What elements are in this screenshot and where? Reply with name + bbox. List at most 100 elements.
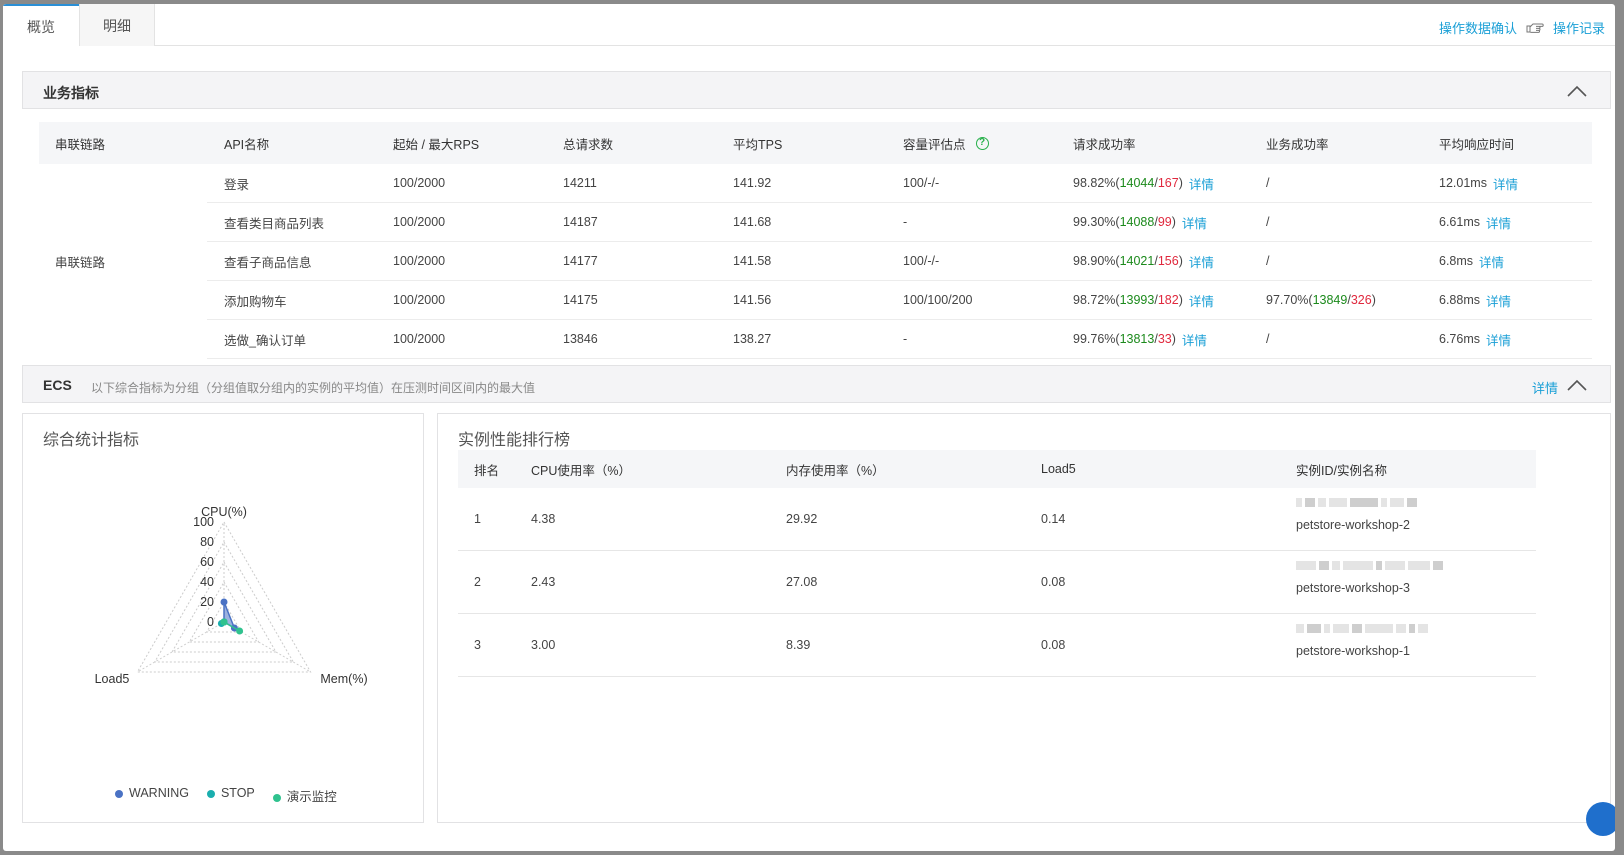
col-rank: 排名	[474, 463, 500, 478]
load5-value: 0.08	[1041, 575, 1066, 589]
avg-response-time: 6.88ms 详情	[1439, 281, 1511, 319]
detail-link[interactable]: 详情	[1486, 213, 1511, 232]
biz-fail-count: 326	[1350, 293, 1372, 307]
legend-label: 演示监控	[286, 790, 337, 804]
col-load5: Load5	[1041, 462, 1076, 476]
radar-tick-label: 60	[200, 555, 214, 569]
col-api: API名称	[224, 137, 270, 152]
api-name: 查看子商品信息	[224, 255, 312, 270]
operation-record-link[interactable]: 操作记录	[1553, 18, 1605, 37]
rank-table: 排名 CPU使用率（%） 内存使用率（%） Load5 实例ID/实例名称 1 4…	[458, 450, 1536, 677]
tab-details[interactable]: 明细	[79, 4, 155, 46]
detail-link[interactable]: 详情	[1486, 330, 1511, 349]
avg-response-time: 6.8ms 详情	[1439, 242, 1504, 280]
rank-row: 2 2.43 27.08 0.08 petstore-workshop-3	[458, 551, 1536, 614]
req-success-rate: 99.30%(14088/99) 详情	[1073, 203, 1207, 241]
legend-item[interactable]: 演示监控	[272, 786, 337, 805]
table-row: 查看子商品信息 100/2000 14177 141.58 100/-/- 98.90%(…	[207, 242, 1592, 281]
cpu-usage: 3.00	[531, 638, 556, 652]
cpu-usage: 2.43	[531, 575, 556, 589]
ecs-detail-link[interactable]: 详情	[1532, 378, 1558, 397]
biz-rate-value: 97.70%	[1266, 293, 1309, 307]
capacity-point: 100/-/-	[903, 254, 940, 268]
detail-link[interactable]: 详情	[1189, 291, 1214, 310]
biz-rows: 登录 100/2000 14211 141.92 100/-/- 98.82%(14044…	[207, 164, 1592, 359]
rank-panel-title: 实例性能排行榜	[458, 432, 571, 449]
avg-response-time: 12.01ms 详情	[1439, 164, 1518, 202]
detail-link[interactable]: 详情	[1182, 330, 1207, 349]
api-name: 选做_确认订单	[224, 333, 306, 348]
legend-label: STOP	[220, 786, 255, 800]
resp-value: 6.8ms	[1439, 254, 1474, 268]
rank-rows: 1 4.38 29.92 0.14 petstore-workshop-2 2 2.43 27…	[458, 488, 1536, 677]
total-requests: 14175	[563, 293, 598, 307]
chevron-up-icon[interactable]	[1566, 378, 1588, 392]
avg-response-time: 6.61ms 详情	[1439, 203, 1511, 241]
rank-row: 1 4.38 29.92 0.14 petstore-workshop-2	[458, 488, 1536, 551]
col-resp: 平均响应时间	[1439, 137, 1515, 152]
redacted-instance-id	[1296, 624, 1428, 634]
mem-usage: 27.08	[786, 575, 818, 589]
req-rate-value: 98.72%	[1073, 293, 1116, 307]
col-instance: 实例ID/实例名称	[1296, 463, 1387, 478]
req-ok-count: 14044	[1119, 176, 1155, 190]
total-requests: 13846	[563, 332, 598, 346]
mem-usage: 29.92	[786, 512, 818, 526]
table-row: 添加购物车 100/2000 14175 141.56 100/100/200 98.72…	[207, 281, 1592, 320]
req-rate-value: 98.82%	[1073, 176, 1116, 190]
app-window: 概览 明细 操作数据确认 操作记录 业务指标 串联链路 API名称 起始 / 最…	[3, 4, 1615, 851]
biz-section-header: 业务指标	[22, 71, 1611, 109]
detail-link[interactable]: 详情	[1486, 291, 1511, 310]
detail-link[interactable]: 详情	[1493, 174, 1518, 193]
req-success-rate: 98.90%(14021/156) 详情	[1073, 242, 1214, 280]
req-success-rate: 98.82%(14044/167) 详情	[1073, 164, 1214, 202]
radar-tick-label: 20	[200, 595, 214, 609]
radar-tick-label: 0	[207, 615, 214, 629]
confirm-data-link[interactable]: 操作数据确认	[1439, 18, 1517, 37]
req-ok-count: 14021	[1119, 254, 1155, 268]
req-rate-value: 98.90%	[1073, 254, 1116, 268]
floating-help-button[interactable]	[1586, 802, 1615, 836]
biz-rate-value: /	[1266, 332, 1270, 346]
detail-link[interactable]: 详情	[1182, 213, 1207, 232]
resp-value: 6.61ms	[1439, 215, 1480, 229]
rps-value: 100/2000	[393, 215, 446, 229]
pointing-hand-icon	[1526, 23, 1544, 33]
req-ok-count: 13993	[1119, 293, 1155, 307]
col-capacity-label: 容量评估点	[903, 137, 966, 152]
help-icon[interactable]: ?	[975, 136, 989, 150]
req-success-rate: 98.72%(13993/182) 详情	[1073, 281, 1214, 319]
radar-point	[236, 627, 244, 635]
col-capacity: 容量评估点?	[903, 122, 989, 164]
biz-success-rate: /	[1266, 320, 1269, 358]
col-biz-rate: 业务成功率	[1266, 137, 1329, 152]
ecs-section-subtitle: 以下综合指标为分组（分组值取分组内的实例的平均值）在压测时间区间内的最大值	[91, 381, 536, 395]
detail-link[interactable]: 详情	[1479, 252, 1504, 271]
detail-link[interactable]: 详情	[1189, 252, 1214, 271]
resp-value: 6.76ms	[1439, 332, 1480, 346]
biz-ok-count: 13849	[1312, 293, 1348, 307]
ecs-section-header: ECS 以下综合指标为分组（分组值取分组内的实例的平均值）在压测时间区间内的最大…	[22, 365, 1611, 403]
legend-dot	[115, 789, 123, 798]
rps-value: 100/2000	[393, 293, 446, 307]
biz-success-rate: /	[1266, 203, 1269, 241]
api-name: 查看类目商品列表	[224, 216, 325, 231]
legend-item[interactable]: STOP	[206, 786, 255, 805]
detail-link[interactable]: 详情	[1189, 174, 1214, 193]
avg-response-time: 6.76ms 详情	[1439, 320, 1511, 358]
rank-panel: 实例性能排行榜 排名 CPU使用率（%） 内存使用率（%） Load5 实例ID…	[437, 413, 1615, 836]
biz-table-header: 串联链路 API名称 起始 / 最大RPS 总请求数 平均TPS 容量评估点? …	[39, 122, 1592, 164]
req-rate-value: 99.30%	[1073, 215, 1116, 229]
legend-dot	[206, 789, 215, 798]
tab-overview[interactable]: 概览	[3, 4, 79, 47]
req-fail-count: 33	[1157, 332, 1172, 346]
instance-name: petstore-workshop-2	[1296, 518, 1410, 532]
legend-item[interactable]: WARNING	[115, 786, 189, 805]
api-name: 添加购物车	[224, 294, 287, 309]
load5-value: 0.14	[1041, 512, 1066, 526]
resp-value: 6.88ms	[1439, 293, 1480, 307]
tab-bar: 概览 明细 操作数据确认 操作记录	[3, 4, 1615, 47]
radar-chart: 020406080100CPU(%)Mem(%)Load5	[95, 505, 368, 686]
radar-tick-label: 80	[200, 535, 214, 549]
chevron-up-icon[interactable]	[1566, 84, 1588, 98]
